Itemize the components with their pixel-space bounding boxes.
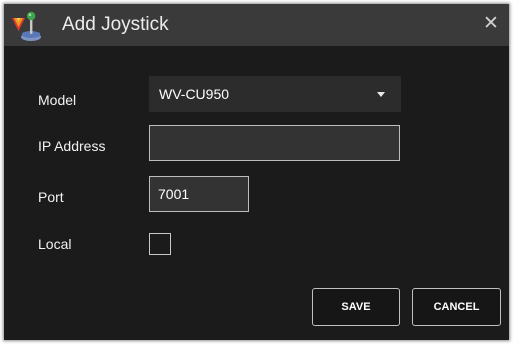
local-checkbox[interactable] [149, 233, 171, 255]
dialog-title: Add Joystick [62, 14, 169, 35]
model-label: Model [38, 92, 77, 108]
model-select-value: WV-CU950 [159, 86, 230, 102]
title-bar[interactable]: Add Joystick ✕ [4, 4, 509, 46]
ip-address-label: IP Address [38, 138, 106, 154]
local-label: Local [38, 236, 72, 252]
model-select[interactable]: WV-CU950 [149, 76, 401, 112]
cancel-button[interactable]: CANCEL [412, 288, 501, 326]
chevron-down-icon [377, 92, 385, 97]
port-input[interactable] [149, 176, 249, 212]
ip-address-input[interactable] [149, 125, 400, 161]
add-joystick-dialog: Add Joystick ✕ Model WV-CU950 IP Address… [4, 4, 509, 340]
save-button[interactable]: SAVE [312, 288, 400, 326]
port-label: Port [38, 189, 64, 205]
joystick-app-icon [12, 11, 41, 41]
close-icon[interactable]: ✕ [480, 13, 502, 35]
